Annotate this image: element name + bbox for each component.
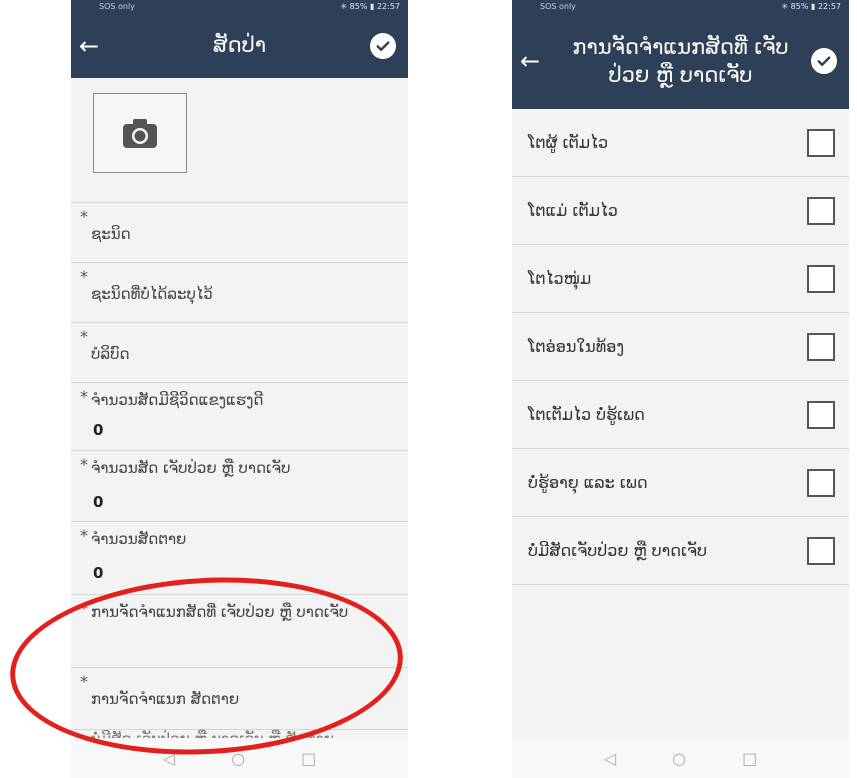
nav-home-icon[interactable]: ○ xyxy=(672,749,686,768)
wildlife-form-screen: SOS only ✳ 85% ▮ 22:57 ← ສັດປ່າ * ຊະນິດ … xyxy=(71,0,408,778)
option-label: ໂຕເຕັມໄວ ບໍ່ຮູ້ເພດ xyxy=(528,405,645,424)
checkbox[interactable] xyxy=(807,332,835,361)
classification-screen: SOS only ✳ 85% ▮ 22:57 ← ການຈັດຈຳແນກສັດທ… xyxy=(512,0,849,778)
status-sos: SOS only xyxy=(99,2,135,11)
field-dead-count[interactable]: * ຈຳນວນສັດຕາຍ 0 xyxy=(71,521,408,594)
checkbox[interactable] xyxy=(807,196,835,225)
add-photo-button[interactable] xyxy=(93,93,187,173)
required-marker: * xyxy=(80,327,88,346)
checkbox[interactable] xyxy=(807,468,835,497)
required-marker: * xyxy=(80,526,88,545)
field-injured-count[interactable]: * ຈຳນວນສັດ ເຈັບປ່ວຍ ຫຼື ບາດເຈັບ 0 xyxy=(71,450,408,521)
nav-recent-icon[interactable]: □ xyxy=(742,749,757,768)
option-row[interactable]: ໂຕຜູ້ ເຕັມໄວ xyxy=(512,109,849,177)
checkbox[interactable] xyxy=(807,400,835,429)
option-row[interactable]: ໂຕເຕັມໄວ ບໍ່ຮູ້ເພດ xyxy=(512,381,849,449)
option-row[interactable]: ບໍ່ຮູ້ອາຍຸ ແລະ ເພດ xyxy=(512,449,849,517)
option-label: ບໍ່ຮູ້ອາຍຸ ແລະ ເພດ xyxy=(528,473,648,492)
field-context[interactable]: * ບໍລິບົດ xyxy=(71,322,408,382)
option-label: ບໍ່ມີສັດເຈັບປ່ວຍ ຫຼື ບາດເຈັບ xyxy=(528,541,708,560)
option-label: ໂຕໄວໜຸ່ມ xyxy=(528,269,592,288)
status-bar: SOS only ✳ 85% ▮ 22:57 xyxy=(512,0,849,13)
field-value[interactable]: 0 xyxy=(93,493,103,511)
page-title: ສັດປ່າ xyxy=(212,33,267,58)
option-row[interactable]: ໂຕອ່ອນໃນທ້ອງ xyxy=(512,313,849,381)
nav-home-icon[interactable]: ○ xyxy=(231,749,245,768)
field-label: ຊະນິດ xyxy=(91,225,131,243)
checkbox[interactable] xyxy=(807,128,835,157)
checkbox[interactable] xyxy=(807,536,835,565)
option-list: ໂຕຜູ້ ເຕັມໄວ ໂຕແມ່ ເຕັມໄວ ໂຕໄວໜຸ່ມ ໂຕອ່ອ… xyxy=(512,109,849,585)
nav-back-icon[interactable]: ◁ xyxy=(163,749,175,768)
field-dead-classification[interactable]: * ການຈັດຈຳແນກ ສັດຕາຍ xyxy=(71,667,408,729)
nav-back-icon[interactable]: ◁ xyxy=(604,749,616,768)
system-nav-bar: ◁ ○ □ xyxy=(512,738,849,778)
app-bar: ← ການຈັດຈຳແນກສັດທີ່ ເຈັບປ່ວຍ ຫຼື ບາດເຈັບ xyxy=(512,13,849,109)
back-arrow-icon[interactable]: ← xyxy=(79,34,99,58)
save-check-icon[interactable] xyxy=(811,48,837,74)
status-sos: SOS only xyxy=(540,2,576,11)
required-marker: * xyxy=(80,267,88,286)
option-row[interactable]: ໂຕໄວໜຸ່ມ xyxy=(512,245,849,313)
required-marker: * xyxy=(80,599,88,618)
option-label: ໂຕແມ່ ເຕັມໄວ xyxy=(528,201,618,220)
field-label: ຈຳນວນສັດຕາຍ xyxy=(91,530,187,548)
field-label: ການຈັດຈຳແນກສັດທີ່ ເຈັບປ່ວຍ ຫຼື ບາດເຈັບ xyxy=(91,603,349,621)
field-unlisted-species[interactable]: * ຊະນິດທີ່ບໍ່ໄດ້ລະບຸໄວ້ xyxy=(71,262,408,322)
status-bar: SOS only ✳ 85% ▮ 22:57 xyxy=(71,0,408,13)
required-marker: * xyxy=(80,207,88,226)
field-label: ຈຳນວນສັດ ເຈັບປ່ວຍ ຫຼື ບາດເຈັບ xyxy=(91,459,291,477)
field-label: ບໍລິບົດ xyxy=(91,345,130,363)
field-value[interactable]: 0 xyxy=(93,564,103,582)
status-battery-time: ✳ 85% ▮ 22:57 xyxy=(781,2,841,11)
option-label: ໂຕຜູ້ ເຕັມໄວ xyxy=(528,133,609,152)
field-label: ຈຳນວນສັດມີຊີວິດແຂງແຮງດີ xyxy=(91,391,264,409)
option-row[interactable]: ບໍ່ມີສັດເຈັບປ່ວຍ ຫຼື ບາດເຈັບ xyxy=(512,517,849,585)
app-bar: ← ສັດປ່າ xyxy=(71,13,408,78)
back-arrow-icon[interactable]: ← xyxy=(520,49,540,73)
field-value[interactable]: 0 xyxy=(93,421,103,439)
field-healthy-count[interactable]: * ຈຳນວນສັດມີຊີວິດແຂງແຮງດີ 0 xyxy=(71,382,408,450)
camera-icon xyxy=(123,119,157,148)
required-marker: * xyxy=(80,455,88,474)
required-marker: * xyxy=(80,672,88,691)
field-label: ການຈັດຈຳແນກ ສັດຕາຍ xyxy=(91,690,240,708)
checkbox[interactable] xyxy=(807,264,835,293)
system-nav-bar: ◁ ○ □ xyxy=(71,738,408,778)
status-battery-time: ✳ 85% ▮ 22:57 xyxy=(340,2,400,11)
page-title: ການຈັດຈຳແນກສັດທີ່ ເຈັບປ່ວຍ ຫຼື ບາດເຈັບ xyxy=(572,34,789,87)
save-check-icon[interactable] xyxy=(370,32,396,59)
nav-recent-icon[interactable]: □ xyxy=(301,749,316,768)
photo-section xyxy=(71,78,408,202)
field-label: ຊະນິດທີ່ບໍ່ໄດ້ລະບຸໄວ້ xyxy=(91,285,213,303)
field-species[interactable]: * ຊະນິດ xyxy=(71,202,408,262)
field-injured-classification[interactable]: * ການຈັດຈຳແນກສັດທີ່ ເຈັບປ່ວຍ ຫຼື ບາດເຈັບ xyxy=(71,594,408,667)
required-marker: * xyxy=(80,387,88,406)
option-label: ໂຕອ່ອນໃນທ້ອງ xyxy=(528,337,625,356)
option-row[interactable]: ໂຕແມ່ ເຕັມໄວ xyxy=(512,177,849,245)
